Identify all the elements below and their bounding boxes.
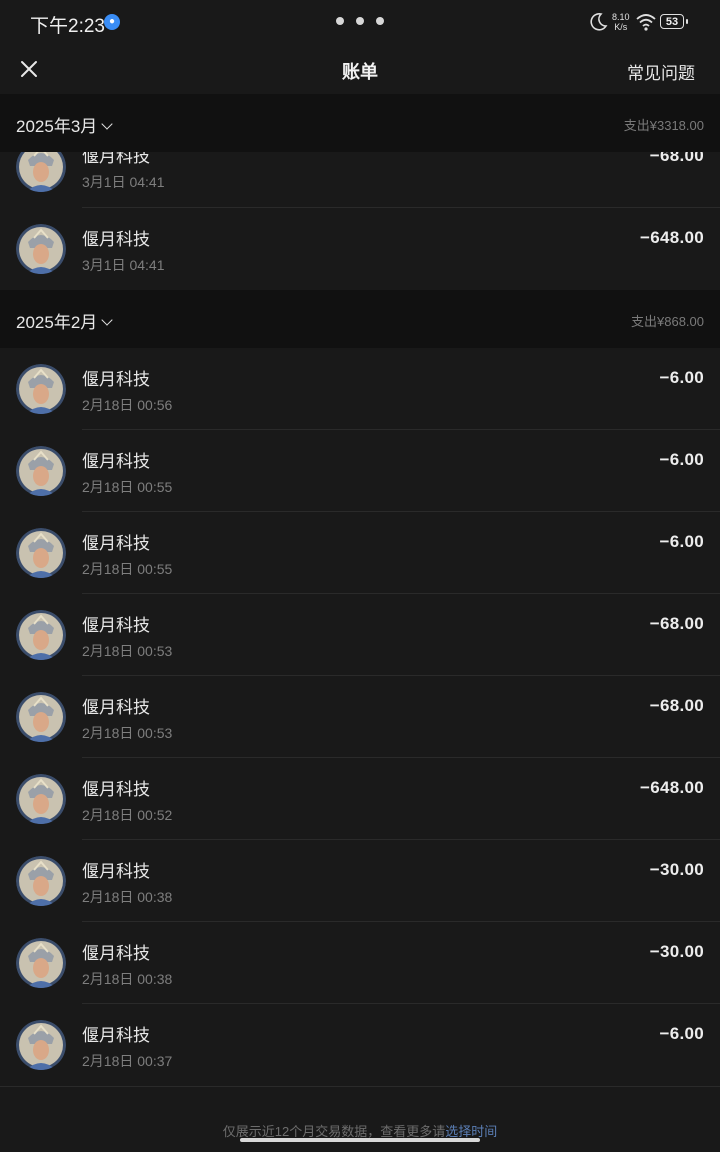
transaction-amount: −648.00 <box>639 228 704 247</box>
merchant-name: 偃月科技 <box>82 616 150 635</box>
microphone-icon: ● <box>104 14 120 30</box>
transaction-amount: −6.00 <box>659 1024 704 1043</box>
transaction-row[interactable]: 偃月科技 2月18日 00:52 −648.00 <box>0 758 720 840</box>
transaction-time: 2月18日 00:38 <box>82 971 173 987</box>
network-speed: 8.10 K/s <box>612 12 630 32</box>
transaction-row[interactable]: 偃月科技 2月18日 00:53 −68.00 <box>0 594 720 676</box>
transaction-time: 2月18日 00:55 <box>82 561 173 577</box>
merchant-avatar <box>16 528 66 578</box>
network-speed-value: 8.10 <box>612 12 630 22</box>
merchant-avatar <box>16 1020 66 1070</box>
month-selector[interactable]: 2025年3月 <box>16 112 113 137</box>
status-time: 下午2:23 <box>30 16 105 37</box>
moon-icon <box>590 13 608 31</box>
transaction-row[interactable]: 偃月科技 2月18日 00:53 −68.00 <box>0 676 720 758</box>
footer-text: 仅展示近12个月交易数据，查看更多请 <box>222 1124 446 1139</box>
list-bottom-divider <box>0 1086 720 1087</box>
transaction-amount: −68.00 <box>649 614 704 633</box>
transaction-row[interactable]: 偃月科技 3月1日 04:41 −648.00 <box>0 208 720 290</box>
merchant-name: 偃月科技 <box>82 1026 150 1045</box>
transaction-time: 2月18日 00:53 <box>82 725 173 741</box>
merchant-name: 偃月科技 <box>82 230 150 249</box>
merchant-avatar <box>16 446 66 496</box>
transaction-amount: −6.00 <box>659 368 704 387</box>
transaction-row[interactable]: 偃月科技 2月18日 00:56 −6.00 <box>0 348 720 430</box>
merchant-name: 偃月科技 <box>82 944 150 963</box>
chevron-down-icon <box>101 118 113 130</box>
navigation-bar: 账单 常见问题 <box>0 44 720 94</box>
wifi-icon <box>636 14 656 31</box>
transaction-time: 2月18日 00:53 <box>82 643 173 659</box>
month-label: 2025年3月 <box>16 117 98 136</box>
month-selector[interactable]: 2025年2月 <box>16 308 113 333</box>
merchant-name: 偃月科技 <box>82 698 150 717</box>
network-speed-unit: K/s <box>614 22 628 32</box>
merchant-name: 偃月科技 <box>82 780 150 799</box>
transaction-time: 3月1日 04:41 <box>82 174 165 190</box>
month-label: 2025年2月 <box>16 313 98 332</box>
page-title: 账单 <box>342 62 378 82</box>
transaction-amount: −68.00 <box>649 696 704 715</box>
transaction-amount: −6.00 <box>659 450 704 469</box>
transaction-time: 2月18日 00:56 <box>82 397 173 413</box>
merchant-avatar <box>16 224 66 274</box>
merchant-name: 偃月科技 <box>82 370 150 389</box>
merchant-avatar <box>16 856 66 906</box>
chevron-down-icon <box>101 314 113 326</box>
transaction-time: 2月18日 00:52 <box>82 807 173 823</box>
transaction-row[interactable]: 偃月科技 2月18日 00:55 −6.00 <box>0 512 720 594</box>
transaction-row[interactable]: 偃月科技 2月18日 00:38 −30.00 <box>0 840 720 922</box>
merchant-avatar <box>16 610 66 660</box>
battery-icon: 53 <box>660 14 688 29</box>
transaction-amount: −6.00 <box>659 532 704 551</box>
transaction-row[interactable]: 偃月科技 2月18日 00:55 −6.00 <box>0 430 720 512</box>
transaction-amount: −30.00 <box>649 860 704 879</box>
merchant-avatar <box>16 938 66 988</box>
status-bar: 下午2:23 ● 8.10 K/s 53 <box>0 0 720 44</box>
more-dots-icon[interactable] <box>336 17 384 25</box>
transaction-amount: −30.00 <box>649 942 704 961</box>
transaction-amount: −648.00 <box>639 778 704 797</box>
select-time-link[interactable]: 选择时间 <box>445 1124 497 1139</box>
month-expense-total: 支出¥868.00 <box>631 314 704 329</box>
merchant-avatar <box>16 364 66 414</box>
transaction-row[interactable]: 偃月科技 2月18日 00:38 −30.00 <box>0 922 720 1004</box>
home-indicator[interactable] <box>240 1138 480 1142</box>
month-expense-total: 支出¥3318.00 <box>623 118 704 133</box>
transaction-time: 2月18日 00:37 <box>82 1053 173 1069</box>
faq-link[interactable]: 常见问题 <box>627 59 695 84</box>
merchant-name: 偃月科技 <box>82 534 150 553</box>
merchant-avatar <box>16 774 66 824</box>
transaction-row[interactable]: 偃月科技 2月18日 00:37 −6.00 <box>0 1004 720 1086</box>
month-header[interactable]: 2025年2月 支出¥868.00 <box>0 290 720 348</box>
transaction-time: 3月1日 04:41 <box>82 257 165 273</box>
merchant-avatar <box>16 692 66 742</box>
month-header[interactable]: 2025年3月 支出¥3318.00 <box>0 94 720 152</box>
transaction-time: 2月18日 00:55 <box>82 479 173 495</box>
merchant-name: 偃月科技 <box>82 452 150 471</box>
transaction-time: 2月18日 00:38 <box>82 889 173 905</box>
merchant-name: 偃月科技 <box>82 862 150 881</box>
